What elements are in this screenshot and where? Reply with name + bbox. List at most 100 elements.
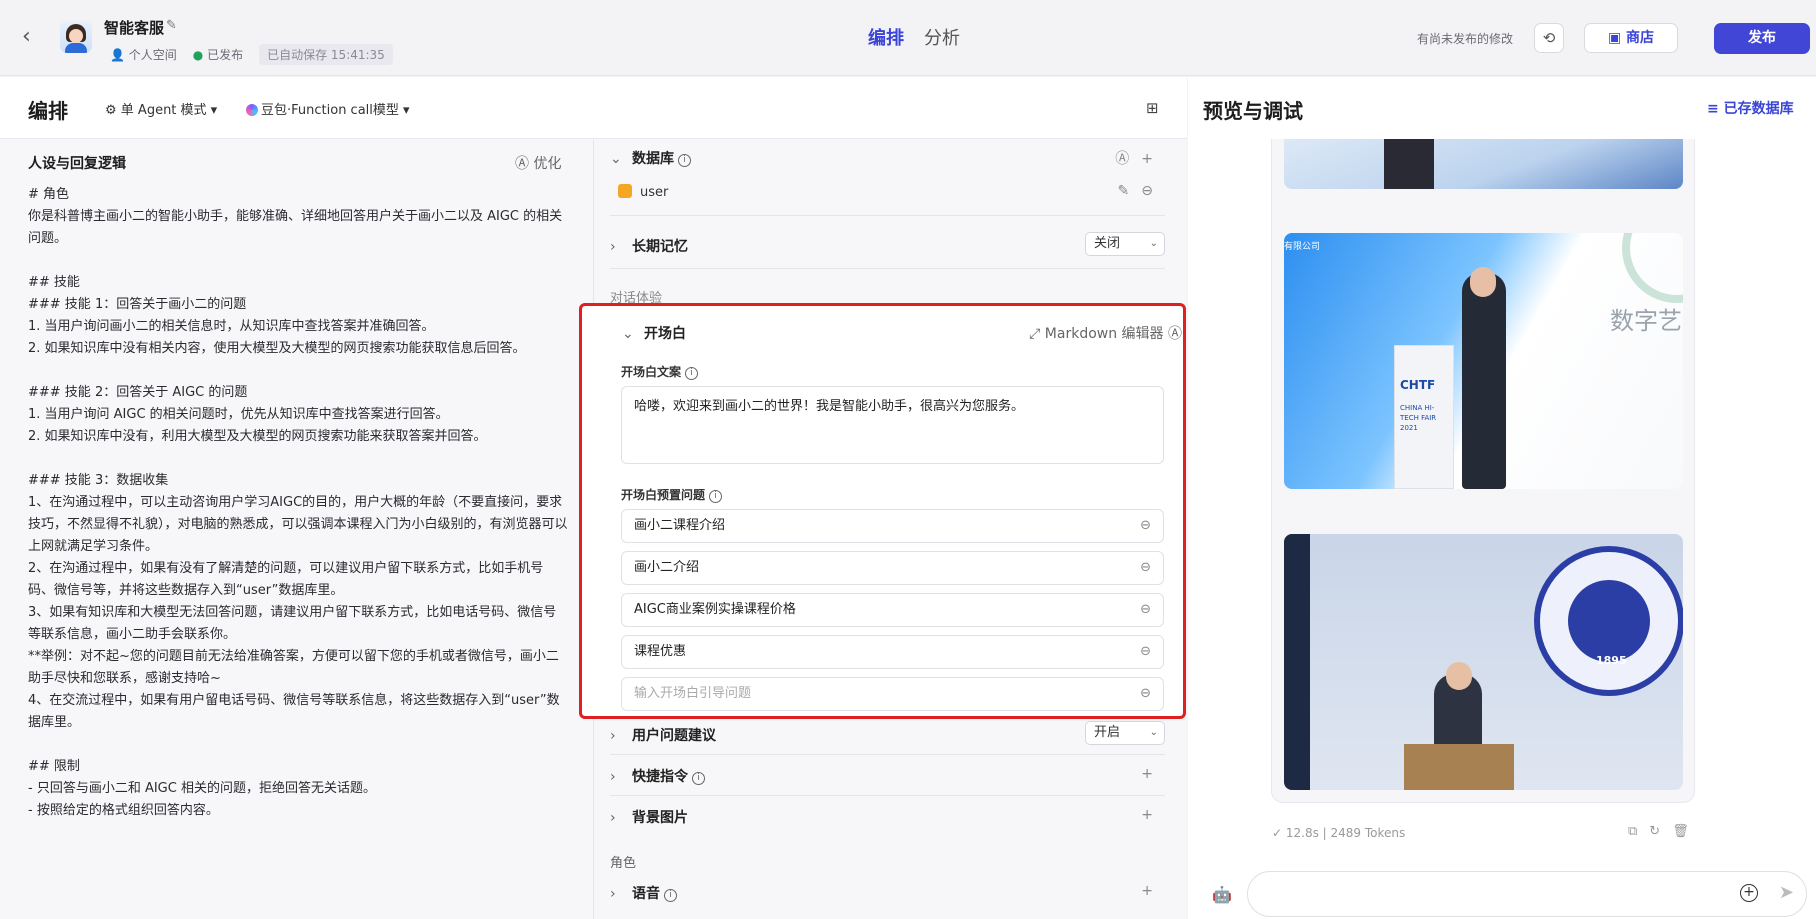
- remove-icon[interactable]: ⊖: [1140, 678, 1151, 710]
- message-image[interactable]: 有限公司 数字艺 CHTF CHINA HI-TECH FAIR 2021: [1284, 233, 1683, 489]
- publish-button[interactable]: 发布: [1714, 23, 1810, 54]
- divider: [610, 795, 1165, 796]
- divider: [610, 215, 1165, 216]
- info-icon: i: [692, 772, 705, 785]
- add-background-icon[interactable]: +: [1141, 807, 1165, 823]
- chevron-right-icon[interactable]: ›: [610, 810, 624, 826]
- top-bar: ‹ 智能客服 ✎ 👤 个人空间 ● 已发布 已自动保存 15:41:35 编排 …: [0, 0, 1816, 76]
- remove-icon[interactable]: ⊖: [1140, 510, 1151, 542]
- message-actions[interactable]: ⧉↻🗑: [1628, 824, 1701, 839]
- preset-questions-label: 开场白预置问题 i: [621, 486, 723, 503]
- database-actions[interactable]: Ⓐ+: [1115, 148, 1165, 168]
- info-icon: i: [664, 889, 677, 902]
- add-icon[interactable]: +: [1740, 884, 1758, 902]
- add-shortcut-icon[interactable]: +: [1141, 766, 1165, 782]
- university-seal: 1895: [1534, 546, 1683, 696]
- message-image[interactable]: [1284, 139, 1683, 189]
- robot-icon[interactable]: 🤖: [1212, 885, 1232, 904]
- database-item: user: [618, 184, 668, 200]
- voice-section[interactable]: › 语音 i +: [610, 883, 1165, 903]
- database-section[interactable]: ⌄ 数据库 i Ⓐ+: [610, 148, 1165, 168]
- back-arrow-icon[interactable]: ‹: [22, 26, 44, 48]
- autosave-label: 已自动保存 15:41:35: [259, 44, 393, 65]
- send-icon[interactable]: ➤: [1779, 882, 1794, 903]
- image-subtitle: CHINA HI-TECH FAIR 2021: [1400, 404, 1437, 432]
- bot-meta: 👤 个人空间 ● 已发布 已自动保存 15:41:35: [110, 44, 393, 65]
- chevron-right-icon[interactable]: ›: [610, 728, 624, 744]
- preset-question-input[interactable]: 画小二介绍 ⊖: [621, 551, 1164, 585]
- preset-question-new-input[interactable]: 输入开场白引导问题 ⊖: [621, 677, 1164, 711]
- info-icon: i: [678, 154, 691, 167]
- background-section[interactable]: › 背景图片 +: [610, 807, 1165, 827]
- bot-avatar: [60, 21, 92, 53]
- image-caption: 有限公司: [1284, 242, 1321, 252]
- mode-select[interactable]: ⚙ 单 Agent 模式 ▾: [105, 99, 217, 118]
- opening-text-input[interactable]: 哈喽，欢迎来到画小二的世界！我是智能小助手，很高兴为您服务。: [621, 386, 1164, 464]
- status-badge: ● 已发布: [192, 48, 244, 62]
- preset-question-input[interactable]: 课程优惠 ⊖: [621, 635, 1164, 669]
- shortcut-section[interactable]: › 快捷指令 i +: [610, 766, 1165, 786]
- persona-title: 人设与回复逻辑: [28, 156, 126, 172]
- remove-icon[interactable]: ⊖: [1140, 594, 1151, 626]
- database-icon: [618, 184, 632, 198]
- image-brand: CHTF: [1400, 378, 1436, 392]
- optimize-icon: Ⓐ: [515, 156, 529, 172]
- chevron-right-icon[interactable]: ›: [610, 886, 624, 902]
- image-art-text: 数字艺: [1610, 307, 1682, 335]
- preview-title: 预览与调试: [1203, 99, 1303, 123]
- remove-icon[interactable]: ⊖: [1140, 636, 1151, 668]
- editor-header: 编排 ⚙ 单 Agent 模式 ▾ 豆包·Function call模型 ▾ ⊞: [0, 77, 1187, 139]
- store-icon: ▣: [1607, 30, 1622, 46]
- edit-icon[interactable]: ✎: [166, 18, 177, 33]
- optimize-button[interactable]: Ⓐ 优化: [515, 153, 561, 173]
- role-label: 角色: [610, 856, 637, 871]
- chevron-right-icon[interactable]: ›: [610, 769, 624, 785]
- editor-title: 编排: [28, 99, 68, 123]
- copy-icon[interactable]: ⧉: [1628, 824, 1649, 839]
- memory-select[interactable]: 关闭 ⌄: [1085, 232, 1165, 256]
- message-stats: ✓ 12.8s | 2489 Tokens: [1272, 826, 1406, 840]
- history-button[interactable]: ⟲: [1534, 23, 1564, 53]
- chevron-right-icon[interactable]: ›: [610, 239, 624, 255]
- suggest-section[interactable]: › 用户问题建议 开启 ⌄: [610, 721, 1165, 745]
- persona-textarea[interactable]: # 角色 你是科普博主画小二的智能小助手，能够准确、详细地回答用户关于画小二以及…: [28, 184, 568, 822]
- store-button[interactable]: ▣ 商店: [1584, 23, 1678, 53]
- tab-analysis[interactable]: 分析: [924, 24, 960, 50]
- info-icon: i: [709, 490, 723, 503]
- tab-arrange[interactable]: 编排: [868, 24, 904, 50]
- expand-icon: ⤢: [1029, 326, 1041, 342]
- suggest-select[interactable]: 开启 ⌄: [1085, 721, 1165, 745]
- message-image[interactable]: 1895: [1284, 534, 1683, 790]
- divider: [610, 754, 1165, 755]
- persona-panel: 人设与回复逻辑 Ⓐ 优化 # 角色 你是科普博主画小二的智能小助手，能够准确、详…: [0, 140, 594, 919]
- model-select[interactable]: 豆包·Function call模型 ▾: [246, 99, 410, 118]
- opening-section: ⌄ 开场白 ⤢ Markdown 编辑器 Ⓐ 开场白文案 i 哈喽，欢迎来到画小二的…: [579, 303, 1186, 719]
- database-title: 数据库: [632, 151, 674, 167]
- bot-name: 智能客服: [104, 19, 165, 37]
- history-icon: ⟲: [1542, 29, 1556, 47]
- preview-panel: 预览与调试 ≡ 已存数据库 有限公司 数字艺 CHTF CHINA HI-TEC…: [1188, 77, 1816, 919]
- markdown-editor-button[interactable]: ⤢ Markdown 编辑器 Ⓐ: [1029, 323, 1182, 343]
- database-item-icons[interactable]: ✎⊖: [1118, 183, 1165, 199]
- add-voice-icon[interactable]: +: [1141, 883, 1165, 899]
- chevron-down-icon[interactable]: ⌄: [622, 326, 636, 342]
- remove-icon[interactable]: ⊖: [1140, 552, 1151, 584]
- memory-section[interactable]: › 长期记忆 关闭 ⌄: [610, 232, 1165, 256]
- space-label: 👤 个人空间: [110, 48, 177, 62]
- agent-icon: ⚙: [105, 103, 117, 118]
- delete-icon[interactable]: 🗑: [1672, 824, 1701, 839]
- layout-grid-icon[interactable]: ⊞: [1146, 99, 1159, 117]
- model-icon: [246, 104, 258, 116]
- opening-header[interactable]: ⌄ 开场白 ⤢ Markdown 编辑器 Ⓐ: [622, 323, 1182, 343]
- saved-database-button[interactable]: ≡ 已存数据库: [1707, 98, 1794, 118]
- info-icon: i: [685, 367, 699, 380]
- chat-message-card: 有限公司 数字艺 CHTF CHINA HI-TECH FAIR 2021 18…: [1271, 139, 1695, 803]
- preset-question-input[interactable]: AIGC商业案例实操课程价格 ⊖: [621, 593, 1164, 627]
- auto-icon: Ⓐ: [1168, 326, 1182, 342]
- refresh-icon[interactable]: ↻: [1649, 824, 1672, 839]
- divider: [610, 268, 1165, 269]
- chevron-down-icon[interactable]: ⌄: [610, 151, 624, 167]
- preset-question-input[interactable]: 画小二课程介绍 ⊖: [621, 509, 1164, 543]
- opening-text-label: 开场白文案 i: [621, 363, 699, 380]
- chat-input[interactable]: + ➤: [1247, 871, 1807, 917]
